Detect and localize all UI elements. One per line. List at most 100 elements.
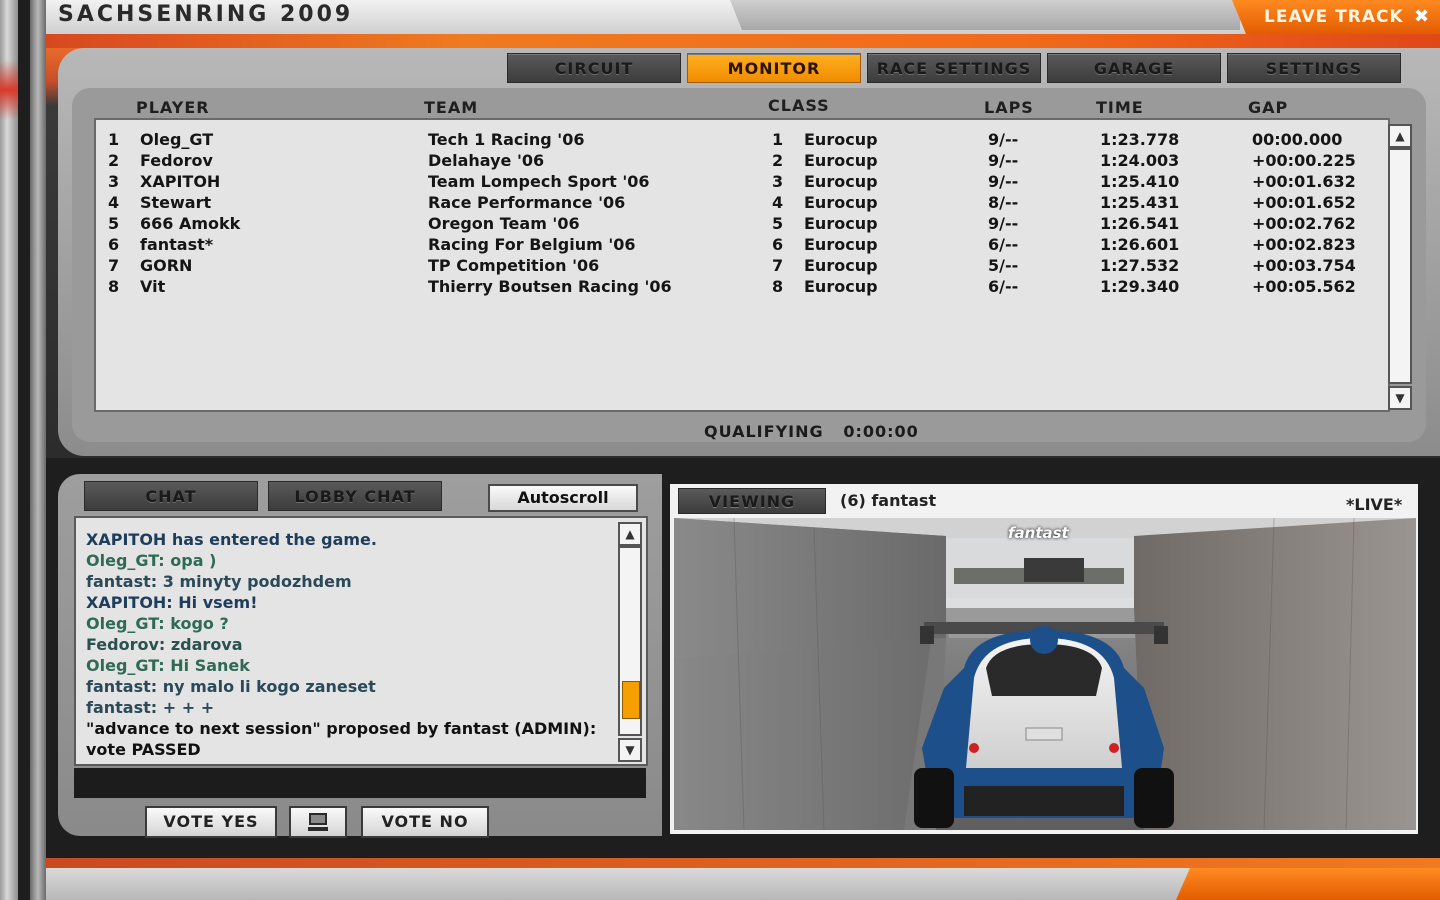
cell-pos: 4 (108, 193, 120, 212)
table-row[interactable]: 7 GORN TP Competition '06 7 Eurocup 5/-- 1:27.… (96, 256, 1376, 277)
cell-gap: +00:00.225 (1252, 151, 1356, 170)
cell-laps: 6/-- (988, 277, 1019, 296)
cell-class: Eurocup (804, 214, 878, 233)
cell-time: 1:29.340 (1100, 277, 1180, 296)
cell-laps: 9/-- (988, 130, 1019, 149)
chat-message: fantast: 3 minyty podozhdem (86, 572, 352, 591)
cell-gap: +00:03.754 (1252, 256, 1356, 275)
chat-message: vote PASSED (86, 740, 201, 759)
cell-team: TP Competition '06 (428, 256, 600, 275)
cell-player: XAPITOH (140, 172, 221, 191)
tab-race-settings[interactable]: RACE SETTINGS (867, 53, 1041, 83)
cell-class-pos: 2 (772, 151, 784, 170)
vote-no-button[interactable]: VOTE NO (361, 806, 489, 838)
left-decor-strip-2 (30, 0, 46, 900)
cell-gap: 00:00.000 (1252, 130, 1343, 149)
cell-class: Eurocup (804, 193, 878, 212)
cell-gap: +00:01.652 (1252, 193, 1356, 212)
chat-message: "advance to next session" proposed by fa… (86, 719, 597, 738)
session-timer: 0:00:00 (843, 422, 919, 441)
cell-class-pos: 4 (772, 193, 784, 212)
table-row[interactable]: 3 XAPITOH Team Lompech Sport '06 3 Eurocup 9/… (96, 172, 1376, 193)
cell-team: Thierry Boutsen Racing '06 (428, 277, 672, 296)
cell-team: Racing For Belgium '06 (428, 235, 636, 254)
table-row[interactable]: 6 fantast* Racing For Belgium '06 6 Eurocup 6… (96, 235, 1376, 256)
standings-scroll-down-icon[interactable]: ▼ (1388, 386, 1412, 410)
cell-player: Oleg_GT (140, 130, 214, 149)
tab-monitor[interactable]: MONITOR (687, 53, 861, 83)
standings-scroll-up-icon[interactable]: ▲ (1388, 124, 1412, 148)
column-header-gap: GAP (1248, 98, 1289, 117)
cell-class-pos: 8 (772, 277, 784, 296)
standings-table: 1 Oleg_GT Tech 1 Racing '06 1 Eurocup 9/-- 1:2… (94, 118, 1412, 412)
tab-garage[interactable]: GARAGE (1047, 53, 1221, 83)
column-header-player: PLAYER (136, 98, 210, 117)
cell-class-pos: 6 (772, 235, 784, 254)
cell-team: Team Lompech Sport '06 (428, 172, 650, 191)
cell-team: Delahaye '06 (428, 151, 545, 170)
autoscroll-button[interactable]: Autoscroll (488, 484, 638, 512)
tab-settings[interactable]: SETTINGS (1227, 53, 1401, 83)
chat-message: fantast: + + + (86, 698, 215, 717)
cell-time: 1:26.541 (1100, 214, 1180, 233)
table-row[interactable]: 2 Fedorov Delahaye '06 2 Eurocup 9/-- 1:24.003… (96, 151, 1376, 172)
orange-band (46, 34, 1440, 48)
session-status: QUALIFYING 0:00:00 (704, 422, 919, 441)
chat-scroll-up-icon[interactable]: ▲ (618, 522, 642, 546)
viewing-target: (6) fantast (840, 491, 937, 510)
cell-laps: 9/-- (988, 214, 1019, 233)
bottom-orange-corner (1176, 868, 1440, 900)
cell-laps: 9/-- (988, 172, 1019, 191)
bottom-orange-line (46, 858, 1440, 868)
tab-circuit[interactable]: CIRCUIT (507, 53, 681, 83)
cell-gap: +00:01.632 (1252, 172, 1356, 191)
cell-class: Eurocup (804, 172, 878, 191)
chat-message: fantast: ny malo li kogo zaneset (86, 677, 376, 696)
vote-yes-button[interactable]: VOTE YES (145, 806, 277, 838)
cell-time: 1:27.532 (1100, 256, 1180, 275)
chat-input[interactable] (74, 768, 646, 798)
chat-scroll-down-icon[interactable]: ▼ (618, 738, 642, 762)
table-row[interactable]: 5 666 Amokk Oregon Team '06 5 Eurocup 9/-- 1:2… (96, 214, 1376, 235)
chat-message: Oleg_GT: kogo ? (86, 614, 229, 633)
chat-message: XAPITOH: Hi vsem! (86, 593, 258, 612)
standings-scrollbar[interactable] (1388, 148, 1412, 384)
vote-monitor-button[interactable] (289, 806, 347, 838)
cell-class: Eurocup (804, 235, 878, 254)
cell-player: Fedorov (140, 151, 213, 170)
tab-lobby-chat[interactable]: LOBBY CHAT (268, 481, 442, 511)
column-header-class: CLASS (768, 96, 830, 115)
cell-laps: 6/-- (988, 235, 1019, 254)
chat-scrollbar[interactable] (618, 546, 642, 736)
cell-player: 666 Amokk (140, 214, 241, 233)
tab-viewing[interactable]: VIEWING (678, 488, 826, 514)
cell-player: Stewart (140, 193, 212, 212)
close-icon[interactable]: ✖ (1414, 6, 1429, 27)
track-title: SACHSENRING 2009 (58, 2, 354, 27)
cell-class: Eurocup (804, 151, 878, 170)
cell-class-pos: 1 (772, 130, 784, 149)
chat-scroll-thumb[interactable] (622, 681, 640, 719)
table-row[interactable]: 4 Stewart Race Performance '06 4 Eurocup 8/--… (96, 193, 1376, 214)
cell-class: Eurocup (804, 277, 878, 296)
cell-team: Race Performance '06 (428, 193, 626, 212)
chat-message: Oleg_GT: Hi Sanek (86, 656, 250, 675)
table-row[interactable]: 8 Vit Thierry Boutsen Racing '06 8 Eurocup 6/… (96, 277, 1376, 298)
title-bar-shade (730, 0, 1240, 30)
column-header-team: TEAM (424, 98, 479, 117)
session-label: QUALIFYING (704, 422, 824, 441)
live-indicator: *LIVE* (1346, 495, 1403, 514)
leave-track-label[interactable]: LEAVE TRACK (1264, 7, 1404, 27)
cell-gap: +00:05.562 (1252, 277, 1356, 296)
cell-class-pos: 7 (772, 256, 784, 275)
cell-pos: 6 (108, 235, 120, 254)
cell-team: Oregon Team '06 (428, 214, 580, 233)
cell-player: GORN (140, 256, 193, 275)
cell-laps: 5/-- (988, 256, 1019, 275)
cell-pos: 8 (108, 277, 120, 296)
table-row[interactable]: 1 Oleg_GT Tech 1 Racing '06 1 Eurocup 9/-- 1:2… (96, 130, 1376, 151)
cell-gap: +00:02.823 (1252, 235, 1356, 254)
tab-chat[interactable]: CHAT (84, 481, 258, 511)
cell-class: Eurocup (804, 130, 878, 149)
cell-laps: 9/-- (988, 151, 1019, 170)
